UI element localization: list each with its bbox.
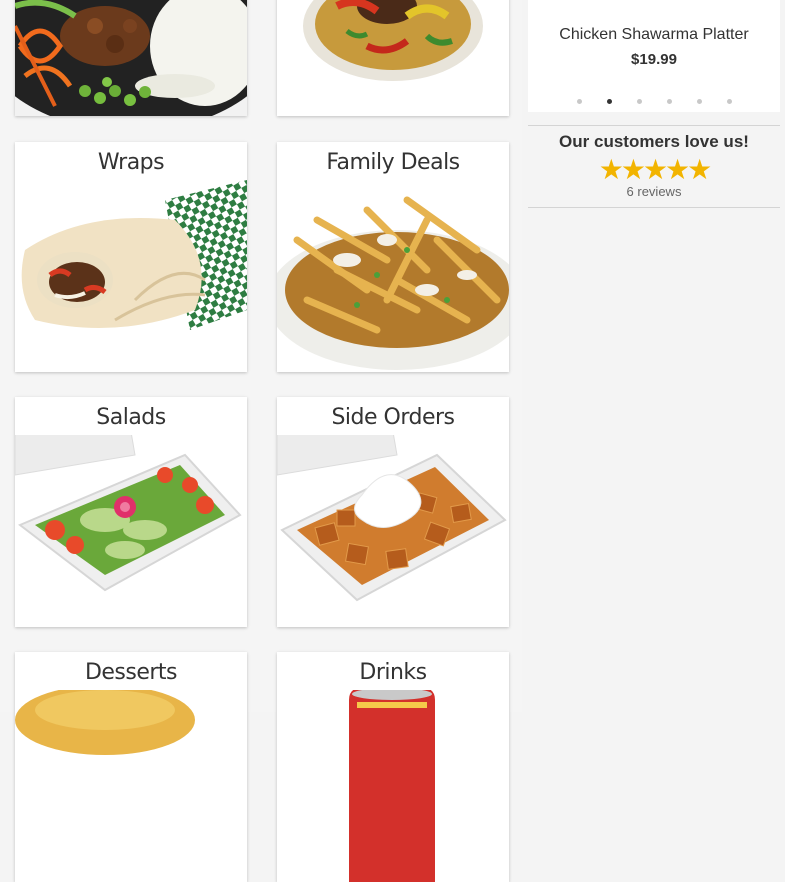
- category-card-bowls[interactable]: [15, 0, 247, 116]
- category-card-salads[interactable]: Salads: [15, 397, 247, 627]
- sidebar: Chicken Shawarma Platter $19.99 Our cust…: [522, 0, 785, 712]
- dessert-image: [15, 690, 247, 882]
- featured-item-name[interactable]: Chicken Shawarma Platter: [528, 26, 780, 44]
- star-rating-icon: ★★★★★: [598, 153, 713, 186]
- carousel-dot-6[interactable]: [726, 99, 732, 104]
- featured-item-carousel[interactable]: Chicken Shawarma Platter $19.99: [528, 0, 780, 112]
- wrap-image: [15, 180, 247, 372]
- category-title: Desserts: [84, 660, 178, 685]
- rice-plate-image: [277, 0, 509, 116]
- carousel-dot-4[interactable]: [666, 99, 672, 104]
- featured-item-price: $19.99: [631, 51, 677, 68]
- carousel-dot-2[interactable]: [606, 99, 612, 104]
- category-title: Salads: [96, 405, 166, 430]
- fries-poutine-image: [277, 180, 509, 372]
- salad-container-image: [15, 435, 247, 627]
- category-title: Family Deals: [326, 150, 460, 175]
- category-card-wraps[interactable]: Wraps: [15, 142, 247, 372]
- reviews-count[interactable]: 6 reviews: [528, 184, 780, 199]
- category-card-drinks[interactable]: Drinks: [277, 652, 509, 882]
- category-grid: Wraps Family Deals Salads Side Orders De…: [0, 0, 522, 882]
- category-card-side-orders[interactable]: Side Orders: [277, 397, 509, 627]
- reviews-title: Our customers love us!: [559, 132, 749, 151]
- potatoes-container-image: [277, 435, 509, 627]
- carousel-dot-1[interactable]: [576, 99, 582, 104]
- category-title: Wraps: [97, 150, 165, 175]
- category-card-family-deals[interactable]: Family Deals: [277, 142, 509, 372]
- reviews-summary: Our customers love us! ★★★★★ 6 reviews: [528, 125, 780, 208]
- category-card-platters[interactable]: [277, 0, 509, 116]
- category-title: Drinks: [359, 660, 427, 685]
- carousel-pagination: [528, 99, 780, 107]
- carousel-dot-5[interactable]: [696, 99, 702, 104]
- category-title: Side Orders: [331, 405, 455, 430]
- category-card-desserts[interactable]: Desserts: [15, 652, 247, 882]
- carousel-dot-3[interactable]: [636, 99, 642, 104]
- rice-bowl-image: [15, 0, 247, 116]
- soda-can-image: [277, 690, 509, 882]
